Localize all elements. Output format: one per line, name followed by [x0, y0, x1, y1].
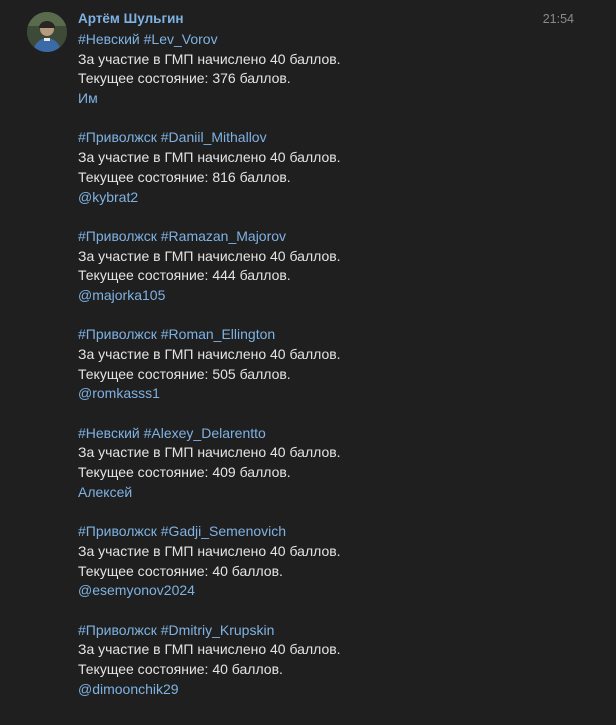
entry-mention-link[interactable]: Алексей — [78, 483, 578, 503]
entry-points-awarded: За участие в ГМП начислено 40 баллов. — [78, 149, 341, 166]
message-entry: #Приволжск #Roman_Ellington За участие в… — [78, 325, 578, 404]
entry-mention-link[interactable]: @kybrat2 — [78, 188, 578, 208]
message-entry: #Приволжск #Ramazan_Majorov За участие в… — [78, 227, 578, 306]
entry-points-total: Текущее состояние: 409 баллов. — [78, 464, 291, 481]
message-entry: #Невский #Alexey_Delarentto За участие в… — [78, 424, 578, 503]
avatar[interactable] — [27, 12, 67, 52]
message-author[interactable]: Артём Шульгин — [78, 11, 184, 27]
entry-points-total: Текущее состояние: 40 баллов. — [78, 562, 283, 579]
entry-mention-link[interactable]: @majorka105 — [78, 286, 578, 306]
chat-message: Артём Шульгин 21:54 #Невский #Lev_Vorov … — [0, 0, 616, 725]
message-entry: #Приволжск #Daniil_Mithallov За участие … — [78, 128, 578, 207]
entry-hashtags[interactable]: #Невский #Lev_Vorov — [78, 30, 578, 50]
entry-mention-link[interactable]: @romkasss1 — [78, 384, 578, 404]
entry-mention-link[interactable]: @dimoonchik29 — [78, 680, 578, 700]
message-entry: #Приволжск #Gadji_Semenovich За участие … — [78, 522, 578, 601]
entry-points-awarded: За участие в ГМП начислено 40 баллов. — [78, 50, 341, 67]
entry-points-total: Текущее состояние: 40 баллов. — [78, 661, 283, 677]
entry-hashtags[interactable]: #Приволжск #Ramazan_Majorov — [78, 227, 578, 247]
avatar-photo-icon — [27, 12, 67, 52]
entry-points-awarded: За участие в ГМП начислено 40 баллов. — [78, 641, 341, 658]
entry-points-awarded: За участие в ГМП начислено 40 баллов. — [78, 444, 341, 461]
entry-hashtags[interactable]: #Приволжск #Roman_Ellington — [78, 325, 578, 345]
entry-points-total: Текущее состояние: 444 баллов. — [78, 267, 291, 284]
entry-hashtags[interactable]: #Невский #Alexey_Delarentto — [78, 424, 578, 444]
entry-points-awarded: За участие в ГМП начислено 40 баллов. — [78, 346, 341, 362]
message-timestamp: 21:54 — [542, 12, 574, 26]
entry-points-awarded: За участие в ГМП начислено 40 баллов. — [78, 247, 341, 264]
entry-points-awarded: За участие в ГМП начислено 40 баллов. — [78, 542, 341, 559]
entry-points-total: Текущее состояние: 816 баллов. — [78, 168, 291, 185]
message-entry: #Невский #Lev_Vorov За участие в ГМП нач… — [78, 30, 578, 109]
entry-points-total: Текущее состояние: 505 баллов. — [78, 365, 291, 382]
entry-hashtags[interactable]: #Приволжск #Dmitriy_Krupskin — [78, 621, 578, 641]
message-entry: #Приволжск #Dmitriy_Krupskin За участие … — [78, 621, 578, 700]
entry-hashtags[interactable]: #Приволжск #Gadji_Semenovich — [78, 522, 578, 542]
entry-mention-link[interactable]: Им — [78, 89, 578, 109]
entry-mention-link[interactable]: @esemyonov2024 — [78, 581, 578, 601]
entry-points-total: Текущее состояние: 376 баллов. — [78, 70, 291, 87]
entry-hashtags[interactable]: #Приволжск #Daniil_Mithallov — [78, 128, 578, 148]
message-body: #Невский #Lev_Vorov За участие в ГМП нач… — [78, 30, 578, 719]
